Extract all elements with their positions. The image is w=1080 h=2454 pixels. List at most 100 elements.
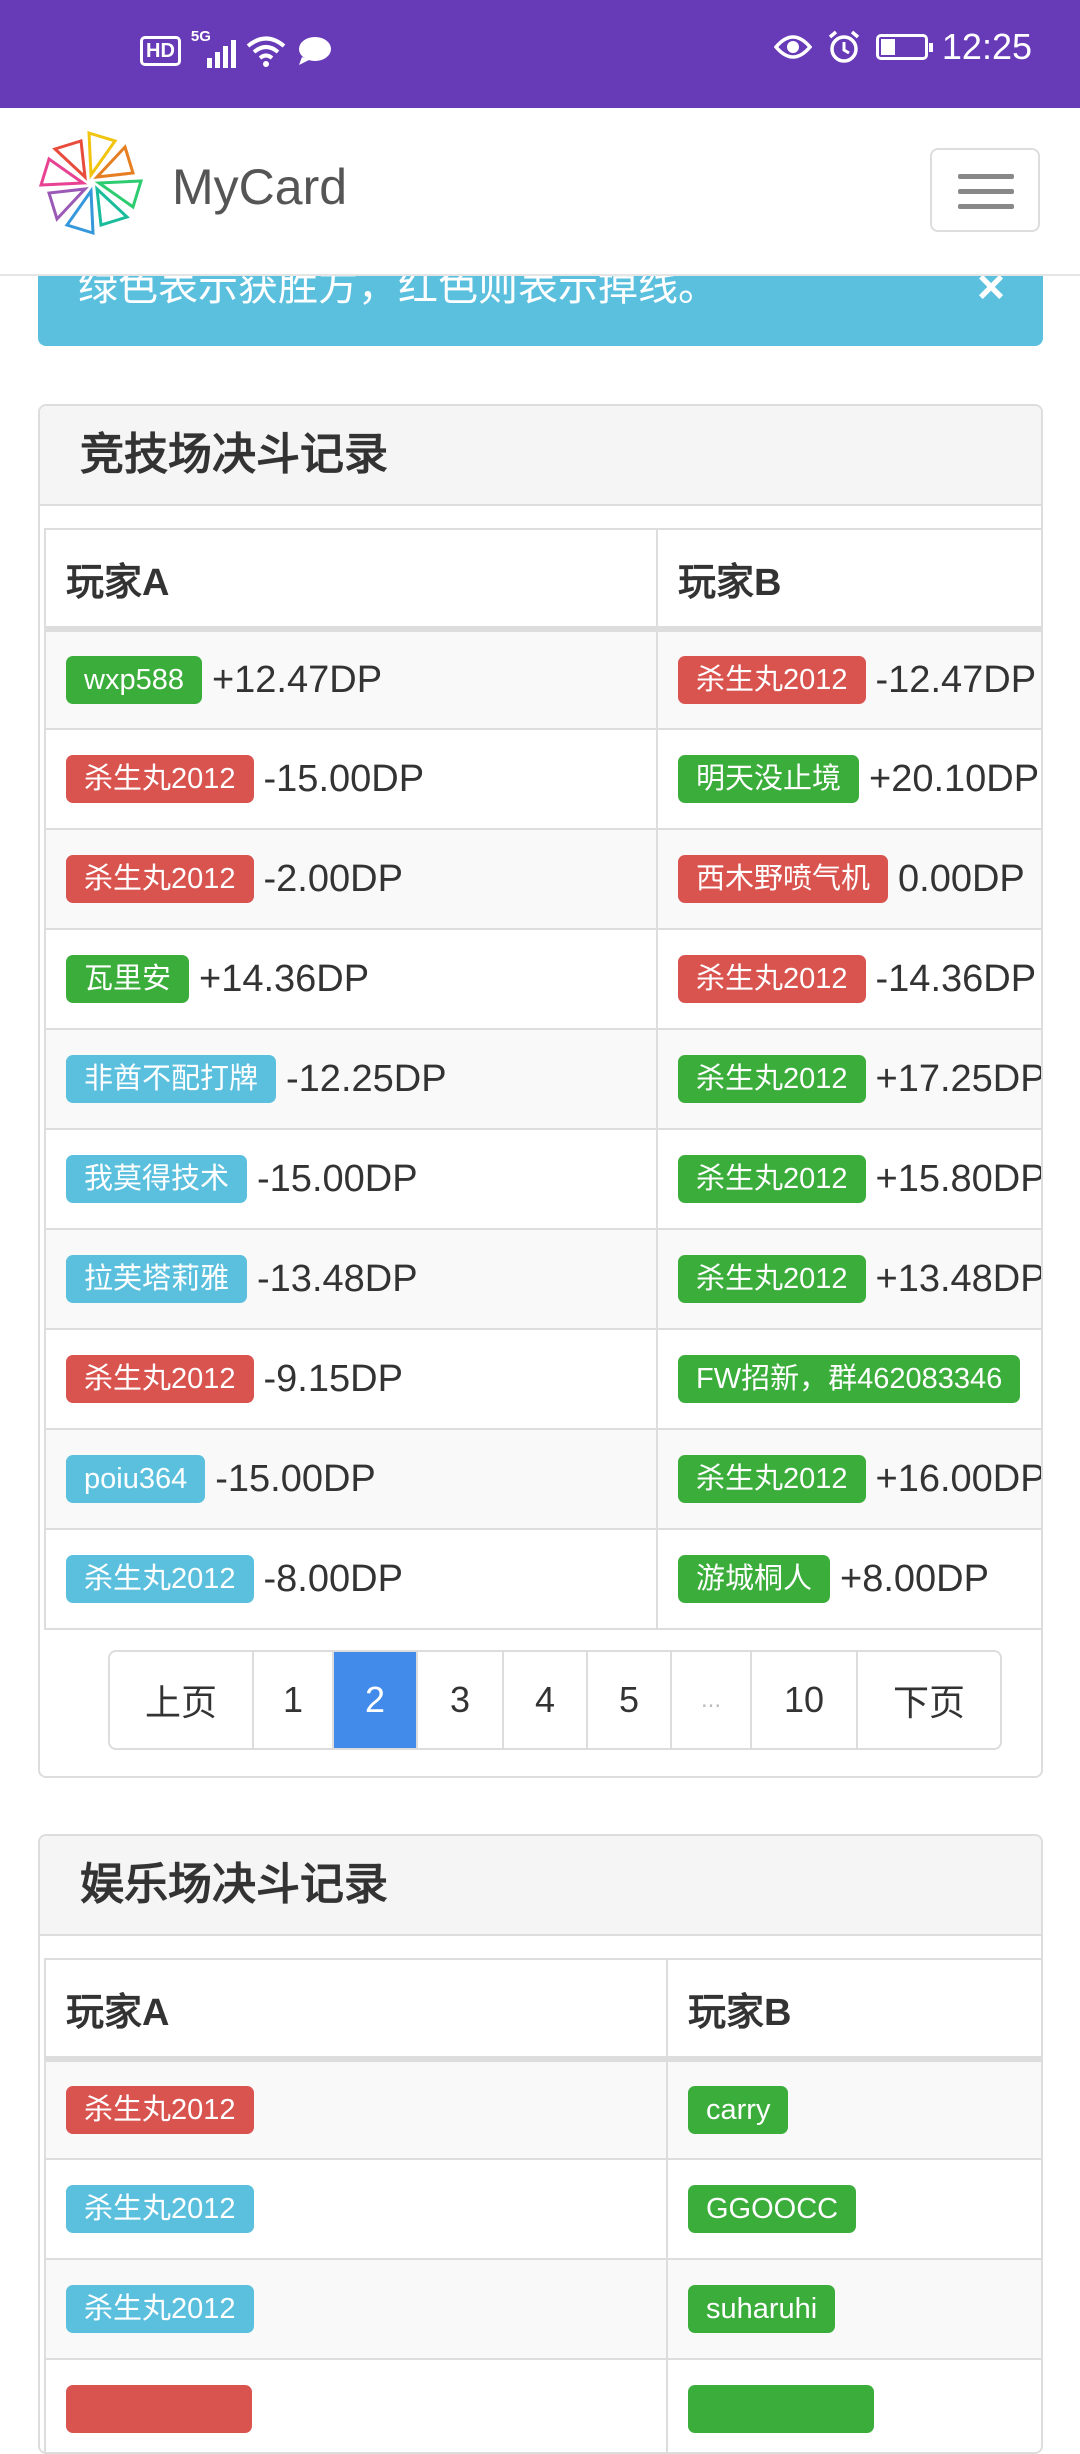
player-name-label[interactable]: 非酋不配打牌 xyxy=(66,1055,277,1103)
player-name-label[interactable]: 西木野喷气机 xyxy=(678,855,889,903)
next-page-button[interactable]: 下页 xyxy=(858,1652,1000,1748)
player-a-cell: 瓦里安 +14.36DP xyxy=(44,928,658,1030)
dp-change: +20.10DP xyxy=(869,757,1040,800)
table-row: poiu364 -15.00DP 杀生丸2012 +16.00DP xyxy=(44,1428,1041,1530)
player-name-label[interactable]: 杀生丸2012 xyxy=(66,2185,254,2233)
player-name-label[interactable] xyxy=(688,2385,874,2433)
dp-change: +17.25DP xyxy=(875,1057,1043,1100)
player-name-label[interactable]: 杀生丸2012 xyxy=(66,855,254,903)
dp-change: -12.25DP xyxy=(286,1057,447,1100)
table-row: 杀生丸2012 GGOOCC xyxy=(44,2158,1041,2260)
dp-change: -13.48DP xyxy=(257,1257,418,1300)
dp-change: +13.48DP xyxy=(875,1257,1043,1300)
player-name-label[interactable]: 杀生丸2012 xyxy=(66,755,254,803)
player-name-label[interactable]: carry xyxy=(688,2086,789,2134)
dp-change: -15.00DP xyxy=(215,1457,376,1500)
player-b-cell xyxy=(666,2358,1041,2452)
player-a-cell: 杀生丸2012 xyxy=(44,2258,668,2360)
wifi-icon xyxy=(246,36,286,67)
status-bar: HD 5G 12:25 xyxy=(0,0,1080,108)
player-name-label[interactable]: FW招新，群462083346 xyxy=(678,1355,1021,1403)
player-name-label[interactable]: 杀生丸2012 xyxy=(66,2285,254,2333)
player-b-cell: 杀生丸2012 +13.48DP xyxy=(656,1228,1043,1330)
page-3-button[interactable]: 3 xyxy=(418,1652,504,1748)
page-5-button[interactable]: 5 xyxy=(588,1652,672,1748)
player-name-label[interactable]: 杀生丸2012 xyxy=(678,1155,866,1203)
player-name-label[interactable] xyxy=(66,2385,252,2433)
player-name-label[interactable]: 杀生丸2012 xyxy=(678,955,866,1003)
arena-table: 玩家A 玩家B wxp588 +12.47DP 杀生丸2012 -12.47DP 杀生丸… xyxy=(44,528,1043,1630)
column-header-player-b: 玩家B xyxy=(666,1958,1041,2062)
player-a-cell: 拉芙塔莉雅 -13.48DP xyxy=(44,1228,658,1330)
5g-signal-icon: 5G xyxy=(191,28,236,68)
column-header-player-b: 玩家B xyxy=(656,528,1041,632)
player-name-label[interactable]: 拉芙塔莉雅 xyxy=(66,1255,248,1303)
menu-toggle-button[interactable] xyxy=(930,148,1040,232)
page-1-button[interactable]: 1 xyxy=(254,1652,334,1748)
arena-panel-title: 竞技场决斗记录 xyxy=(40,406,1041,506)
navbar: MyCard xyxy=(0,108,1080,276)
table-row: 杀生丸2012 -9.15DP FW招新，群462083346 xyxy=(44,1328,1041,1430)
player-b-cell: 杀生丸2012 +17.25DP xyxy=(656,1028,1043,1130)
player-name-label[interactable]: poiu364 xyxy=(66,1455,206,1503)
player-name-label[interactable]: 杀生丸2012 xyxy=(66,1555,254,1603)
mycard-logo[interactable] xyxy=(36,128,146,238)
table-row xyxy=(44,2358,1041,2452)
page-2-button[interactable]: 2 xyxy=(334,1652,418,1748)
alert-text: 绿色表示获胜方，红色则表示掉线。 xyxy=(78,276,718,309)
table-row: 杀生丸2012 -15.00DP 明天没止境 +20.10DP xyxy=(44,728,1041,830)
table-row: 杀生丸2012 carry xyxy=(44,2058,1041,2160)
player-name-label[interactable]: wxp588 xyxy=(66,656,202,704)
player-name-label[interactable]: 杀生丸2012 xyxy=(678,1055,866,1103)
prev-page-button[interactable]: 上页 xyxy=(110,1652,254,1748)
dp-change: +12.47DP xyxy=(211,658,383,701)
eye-icon xyxy=(773,35,812,59)
dp-change: -8.00DP xyxy=(263,1557,403,1600)
casual-panel-title: 娱乐场决斗记录 xyxy=(40,1836,1041,1936)
status-right-icons: 12:25 xyxy=(773,26,1032,68)
player-name-label[interactable]: suharuhi xyxy=(688,2285,836,2333)
table-row: 我莫得技术 -15.00DP 杀生丸2012 +15.80DP xyxy=(44,1128,1041,1230)
table-row: 杀生丸2012 suharuhi xyxy=(44,2258,1041,2360)
dp-change: -15.00DP xyxy=(257,1157,418,1200)
dp-change: -15.00DP xyxy=(263,757,425,800)
player-a-cell: 非酋不配打牌 -12.25DP xyxy=(44,1028,658,1130)
dp-change: -14.36DP xyxy=(875,957,1037,1000)
player-name-label[interactable]: 杀生丸2012 xyxy=(66,1355,254,1403)
player-b-cell: FW招新，群462083346 xyxy=(656,1328,1041,1430)
casual-table: 玩家A 玩家B 杀生丸2012 carry 杀生丸2012 GGOOCC 杀生丸2012… xyxy=(44,1958,1041,2452)
page-10-button[interactable]: 10 xyxy=(752,1652,858,1748)
player-a-cell: wxp588 +12.47DP xyxy=(44,628,658,730)
status-left-icons: HD 5G xyxy=(140,28,332,68)
player-name-label[interactable]: 杀生丸2012 xyxy=(66,2086,254,2134)
battery-icon xyxy=(875,34,933,60)
pagination-ellipsis: ... xyxy=(672,1652,752,1748)
player-name-label[interactable]: 杀生丸2012 xyxy=(678,1255,866,1303)
player-name-label[interactable]: 我莫得技术 xyxy=(66,1155,248,1203)
dp-change: +8.00DP xyxy=(840,1557,989,1600)
player-a-cell: 我莫得技术 -15.00DP xyxy=(44,1128,658,1230)
brand-name[interactable]: MyCard xyxy=(172,158,347,216)
alert-close-button[interactable]: × xyxy=(977,276,1005,315)
player-name-label[interactable]: 游城桐人 xyxy=(678,1555,831,1603)
player-name-label[interactable]: GGOOCC xyxy=(688,2185,857,2233)
dp-change: -2.00DP xyxy=(263,857,403,900)
player-name-label[interactable]: 瓦里安 xyxy=(66,955,190,1003)
player-name-label[interactable]: 明天没止境 xyxy=(678,755,860,803)
table-row: 瓦里安 +14.36DP 杀生丸2012 -14.36DP xyxy=(44,928,1041,1030)
dp-change: -12.47DP xyxy=(875,658,1037,701)
casual-panel: 娱乐场决斗记录 玩家A 玩家B 杀生丸2012 carry 杀生丸2012 GGOOC… xyxy=(38,1834,1043,2454)
player-b-cell: suharuhi xyxy=(666,2258,1041,2360)
chat-bubble-icon xyxy=(298,37,331,65)
player-a-cell: 杀生丸2012 -8.00DP xyxy=(44,1528,658,1630)
page-4-button[interactable]: 4 xyxy=(504,1652,588,1748)
player-b-cell: 杀生丸2012 +16.00DP xyxy=(656,1428,1041,1530)
player-name-label[interactable]: 杀生丸2012 xyxy=(678,1455,866,1503)
dp-change: +14.36DP xyxy=(199,957,370,1000)
arena-table-header: 玩家A 玩家B xyxy=(44,528,1041,632)
player-name-label[interactable]: 杀生丸2012 xyxy=(678,656,866,704)
casual-table-header: 玩家A 玩家B xyxy=(44,1958,1041,2062)
player-b-cell: 游城桐人 +8.00DP xyxy=(656,1528,1041,1630)
info-alert: 绿色表示获胜方，红色则表示掉线。 × xyxy=(38,276,1043,346)
dp-change: -9.15DP xyxy=(263,1357,403,1400)
